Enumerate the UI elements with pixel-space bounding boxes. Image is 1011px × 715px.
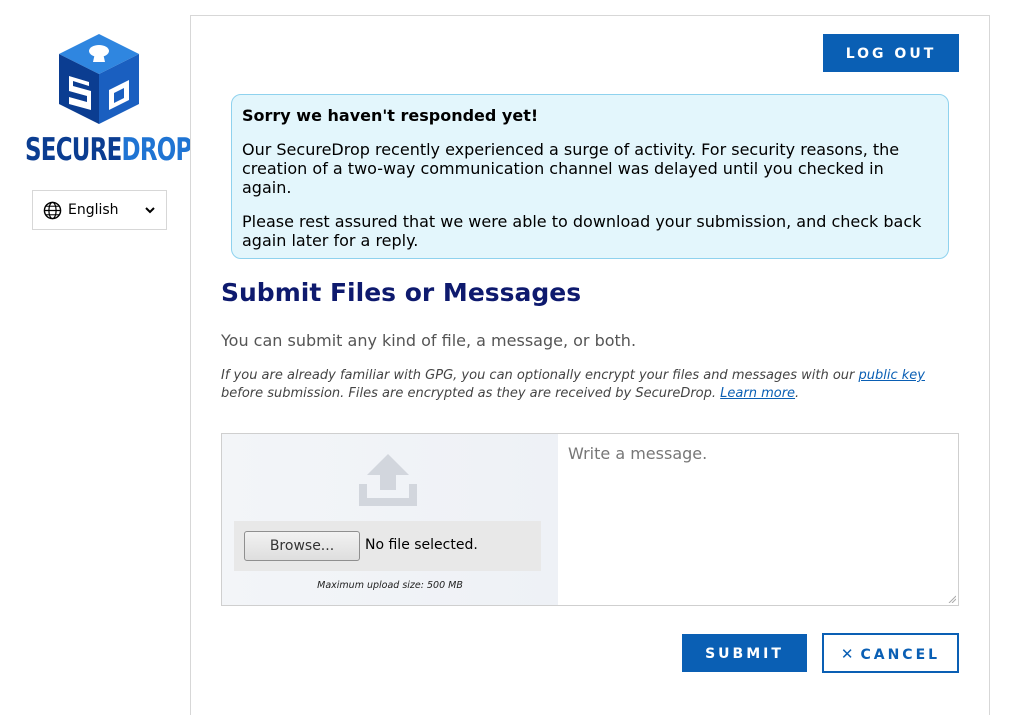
notice-box: Sorry we haven't responded yet! Our Secu… <box>231 94 949 259</box>
gpg-note: If you are already familiar with GPG, yo… <box>221 367 961 403</box>
message-textarea[interactable] <box>558 434 958 605</box>
browse-button[interactable]: Browse... <box>244 531 360 561</box>
cancel-button[interactable]: ✕ CANCEL <box>822 633 959 673</box>
lead-text: You can submit any kind of file, a messa… <box>221 331 637 350</box>
gpg-note-text-1: If you are already familiar with GPG, yo… <box>221 368 859 383</box>
globe-icon <box>43 201 62 219</box>
file-upload-pane: Browse... No file selected. Maximum uplo… <box>222 434 558 605</box>
close-icon: ✕ <box>840 645 857 663</box>
gpg-note-text-2: before submission. Files are encrypted a… <box>221 386 721 401</box>
notice-title: Sorry we haven't responded yet! <box>242 106 539 125</box>
submit-button[interactable]: SUBMIT <box>682 634 807 672</box>
file-input[interactable]: Browse... No file selected. <box>234 521 541 571</box>
sidebar: SECUREDROP English <box>0 0 192 694</box>
submission-composer: Browse... No file selected. Maximum uplo… <box>221 433 959 606</box>
language-label: English <box>68 202 119 218</box>
language-select[interactable]: English <box>32 190 167 230</box>
notice-paragraph-1: Our SecureDrop recently experienced a su… <box>242 140 900 197</box>
securedrop-logo[interactable]: SECUREDROP <box>25 34 192 172</box>
logout-button[interactable]: LOG OUT <box>823 34 959 72</box>
upload-icon <box>359 454 417 506</box>
chevron-down-icon <box>145 207 155 214</box>
cancel-label: CANCEL <box>860 647 941 663</box>
securedrop-cube-logo-icon <box>59 34 139 124</box>
main-panel: LOG OUT Sorry we haven't responded yet! … <box>190 15 990 715</box>
page-title: Submit Files or Messages <box>221 278 582 307</box>
notice-paragraph-2: Please rest assured that we were able to… <box>242 212 922 250</box>
gpg-note-end: . <box>795 386 800 401</box>
logo-wordmark: SECUREDROP <box>25 132 192 168</box>
resize-grip-icon[interactable] <box>948 595 956 603</box>
public-key-link[interactable]: public key <box>859 368 925 383</box>
learn-more-link[interactable]: Learn more <box>720 386 795 401</box>
file-status: No file selected. <box>365 537 478 553</box>
max-upload-size: Maximum upload size: 500 MB <box>317 580 463 591</box>
